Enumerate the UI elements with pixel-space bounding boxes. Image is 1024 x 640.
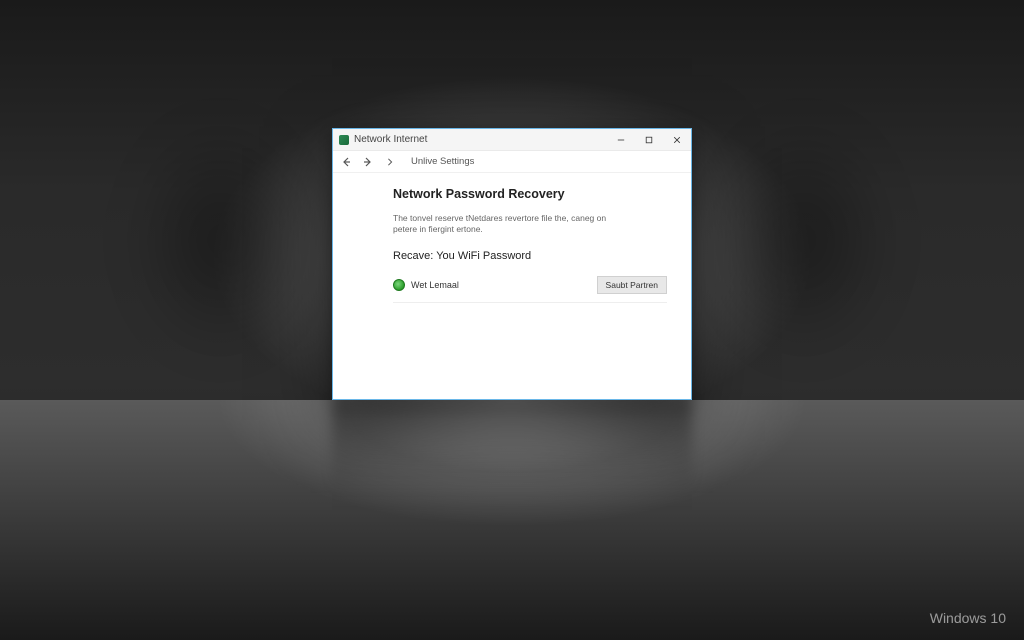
chevron-right-icon xyxy=(386,157,394,167)
window-reflection xyxy=(332,402,692,492)
content-area: Network Password Recovery The tonvel res… xyxy=(333,173,691,313)
app-window: Network Internet xyxy=(332,128,692,400)
show-password-button[interactable]: Saubt Partren xyxy=(597,276,667,294)
close-icon xyxy=(673,136,681,144)
decorative-shadow xyxy=(714,120,894,360)
arrow-left-icon xyxy=(341,157,351,167)
os-watermark: Windows 10 xyxy=(930,610,1006,626)
wifi-row-label: Wet Lemaal xyxy=(411,280,459,290)
minimize-button[interactable] xyxy=(607,129,635,150)
window-controls xyxy=(607,129,691,150)
maximize-button[interactable] xyxy=(635,129,663,150)
desktop-background: Network Internet xyxy=(0,0,1024,640)
forward-button[interactable] xyxy=(361,157,375,167)
back-button[interactable] xyxy=(339,157,353,167)
decorative-shadow xyxy=(130,120,310,360)
section-heading: Recave: You WiFi Password xyxy=(393,250,667,262)
maximize-icon xyxy=(645,136,653,144)
navbar: Unlive Settings xyxy=(333,151,691,173)
wifi-row: Wet Lemaal Saubt Partren xyxy=(393,276,667,303)
forward-chevron-button[interactable] xyxy=(383,157,397,167)
wifi-row-left: Wet Lemaal xyxy=(393,279,459,291)
close-button[interactable] xyxy=(663,129,691,150)
arrow-right-icon xyxy=(363,157,373,167)
minimize-icon xyxy=(617,136,625,144)
window-title: Network Internet xyxy=(354,134,607,145)
page-description: The tonvel reserve tNetdares revertore f… xyxy=(393,213,613,236)
titlebar[interactable]: Network Internet xyxy=(333,129,691,151)
breadcrumb[interactable]: Unlive Settings xyxy=(411,156,474,167)
page-title: Network Password Recovery xyxy=(393,187,667,201)
wifi-status-icon xyxy=(393,279,405,291)
app-icon xyxy=(339,135,349,145)
